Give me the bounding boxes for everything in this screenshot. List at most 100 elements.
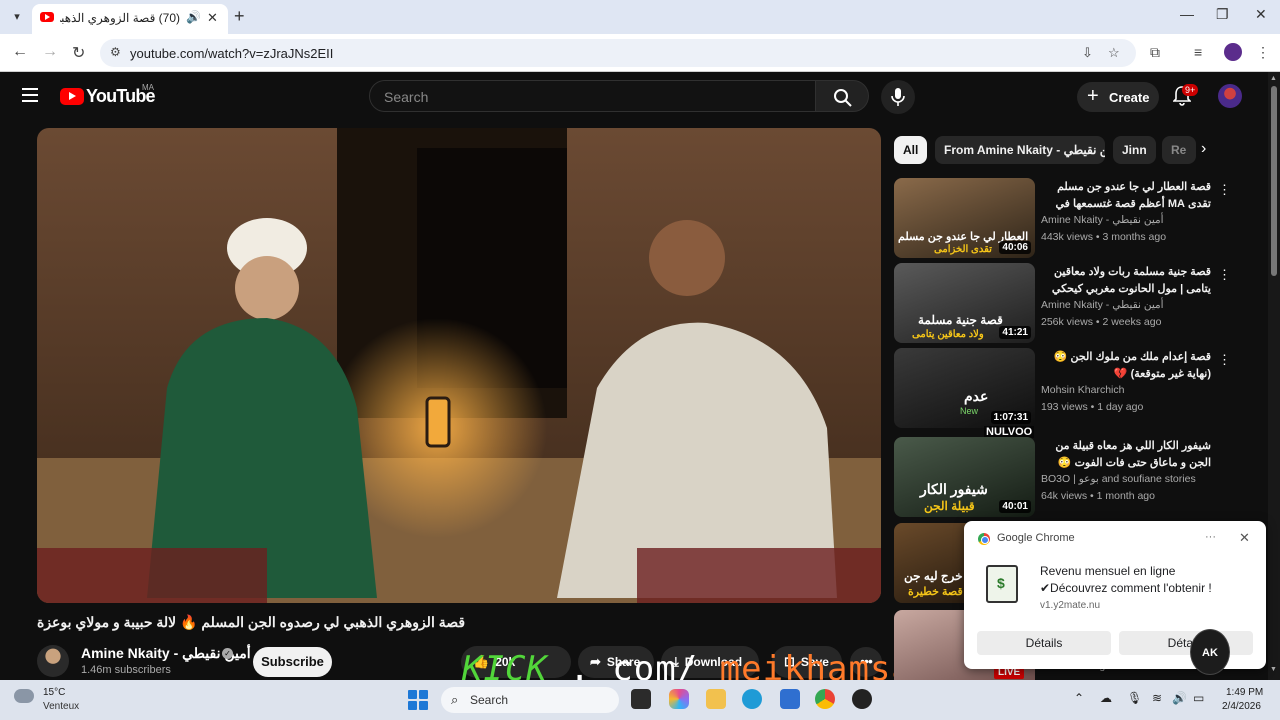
thumb-subcaption: تقدى الخزامى [934, 244, 992, 255]
recommendation-thumbnail[interactable]: العطار لي جا عندو جن مسلم تقدى الخزامى 4… [894, 178, 1035, 258]
recommendation-title: شيفور الكار اللي هز معاه قبيلة من الجن و… [1055, 440, 1211, 469]
notification-details-button-2[interactable]: Détails [1119, 631, 1253, 655]
video-player[interactable] [37, 128, 881, 603]
hamburger-menu-icon[interactable] [22, 88, 38, 102]
recommendation-meta: 64k views • 1 month ago [1041, 490, 1155, 502]
money-document-icon [986, 565, 1018, 603]
chip-related[interactable]: Re [1162, 136, 1196, 164]
notification-details-button[interactable]: Détails [977, 631, 1111, 655]
wifi-icon[interactable]: ≋ [1152, 691, 1162, 705]
recommendation-channel: Amine Nkaity - أمين نقيطي [1041, 299, 1164, 311]
microsoft-store-icon[interactable] [780, 689, 800, 709]
channel-avatar[interactable] [37, 645, 69, 677]
back-arrow-icon[interactable]: ← [12, 43, 28, 61]
thumb-caption: قصة جنية مسلمة [918, 313, 1003, 327]
notification-source: v1.y2mate.nu [1040, 600, 1101, 611]
cloud-weather-icon[interactable] [14, 689, 34, 703]
edge-browser-icon[interactable] [742, 689, 762, 709]
notification-close-icon[interactable]: ✕ [1239, 530, 1250, 546]
microphone-tray-icon[interactable]: 🎙 [1127, 691, 1142, 705]
search-icon [834, 89, 852, 107]
weather-temperature[interactable]: 15°C [43, 687, 65, 698]
notification-body: ✔Découvrez comment l'obtenir ! [1040, 581, 1212, 595]
recommendation-item[interactable]: قصة جنية مسلمة ولاد معاقين يتامى 41:21 ق… [894, 263, 1234, 345]
search-button[interactable] [815, 80, 869, 112]
create-button[interactable]: + Create [1077, 82, 1159, 112]
volume-icon[interactable]: 🔊 [1172, 691, 1187, 705]
recommendation-meta: 193 views • 1 day ago [1041, 401, 1144, 413]
chip-from-channel[interactable]: From Amine Nkaity - أمين نقيطي [935, 136, 1105, 164]
scroll-thumb[interactable] [1271, 86, 1277, 276]
chevron-up-icon[interactable]: ⌃ [1074, 691, 1084, 705]
forward-arrow-icon[interactable]: → [42, 43, 58, 61]
file-explorer-icon[interactable] [706, 689, 726, 709]
close-window-button[interactable]: ✕ [1255, 6, 1267, 23]
notification-more-icon[interactable]: ··· [1205, 531, 1216, 543]
kebab-menu-icon[interactable]: ⋮ [1218, 182, 1231, 198]
kebab-menu-icon[interactable]: ⋮ [1218, 267, 1231, 283]
bookmark-star-icon[interactable]: ☆ [1108, 45, 1120, 61]
tab-search-button[interactable]: ▾ [6, 7, 28, 27]
recommendation-channel: BO3O | بوعو and soufiane stories [1041, 473, 1196, 485]
weather-description[interactable]: Venteux [43, 701, 79, 712]
url-text[interactable]: youtube.com/watch?v=zJraJNs2EII [130, 46, 333, 61]
task-view-icon[interactable] [631, 689, 651, 709]
video-duration: 40:01 [999, 500, 1031, 513]
chip-all[interactable]: All [894, 136, 928, 164]
scroll-up-icon[interactable]: ▲ [1270, 75, 1278, 83]
windows-start-icon[interactable] [408, 690, 428, 710]
media-controls-icon[interactable]: ≡ [1194, 44, 1202, 60]
taskbar-time[interactable]: 1:49 PM [1226, 687, 1263, 698]
scroll-down-icon[interactable]: ▼ [1270, 666, 1278, 674]
kebab-menu-icon[interactable]: ⋮ [1218, 352, 1231, 368]
taskbar-search-box[interactable]: ⌕ Search [441, 687, 619, 713]
recommendation-item[interactable]: عدم New 1:07:31 قصة إعدام ملك من ملوك ال… [894, 348, 1234, 438]
copilot-icon[interactable] [669, 689, 689, 709]
chrome-logo-icon [978, 533, 990, 545]
search-icon: ⌕ [451, 692, 459, 707]
site-info-icon[interactable]: ⚙ [110, 45, 121, 59]
browser-tab-strip: ▾ (70) قصة الزوهري الذهبي لي 🔊 ✕ + — ❐ ✕ [0, 0, 1280, 34]
youtube-logo-icon[interactable] [60, 88, 84, 105]
battery-icon[interactable]: ▭ [1193, 691, 1204, 705]
subscribe-button[interactable]: Subscribe [253, 647, 332, 677]
browser-profile-avatar[interactable] [1224, 43, 1242, 61]
plus-icon: + [1087, 85, 1099, 107]
obs-icon[interactable] [852, 689, 872, 709]
create-label: Create [1109, 90, 1150, 105]
tab-close-icon[interactable]: ✕ [207, 10, 218, 26]
search-input[interactable]: Search [369, 80, 816, 112]
recommendation-channel: Mohsin Kharchich [1041, 384, 1125, 396]
speaker-icon[interactable]: 🔊 [186, 10, 201, 24]
microphone-icon [891, 88, 905, 106]
address-bar[interactable]: ⚙ youtube.com/watch?v=zJraJNs2EII ⇩ ☆ [100, 39, 1136, 67]
account-avatar[interactable] [1218, 84, 1242, 108]
voice-search-button[interactable] [881, 80, 915, 114]
tab-title: (70) قصة الزوهري الذهبي لي [60, 11, 180, 25]
recommendation-thumbnail[interactable]: قصة جنية مسلمة ولاد معاقين يتامى 41:21 [894, 263, 1035, 343]
recommendation-title: قصة جنية مسلمة ربات ولاد معاقين يتامى | … [1051, 266, 1211, 295]
chevron-right-icon[interactable]: › [1201, 140, 1206, 158]
youtube-favicon-icon [40, 12, 54, 22]
cloud-sync-icon[interactable]: ☁ [1100, 691, 1112, 705]
browser-tab-youtube[interactable]: (70) قصة الزوهري الذهبي لي 🔊 ✕ [32, 4, 228, 34]
recommendation-item[interactable]: شيفور الكار قبيلة الجن 40:01 شيفور الكار… [894, 437, 1234, 519]
recommendation-thumbnail[interactable]: شيفور الكار قبيلة الجن 40:01 [894, 437, 1035, 517]
page-scrollbar[interactable]: ▲ ▼ [1268, 72, 1280, 680]
new-tab-button[interactable]: + [234, 6, 245, 27]
maximize-button[interactable]: ❐ [1216, 6, 1229, 23]
chip-jinn[interactable]: Jinn [1113, 136, 1156, 164]
video-duration: 1:07:31 [990, 411, 1031, 424]
recommendation-thumbnail[interactable]: عدم New 1:07:31 [894, 348, 1035, 428]
recommendation-item[interactable]: العطار لي جا عندو جن مسلم تقدى الخزامى 4… [894, 178, 1234, 260]
recommendation-title: قصة العطار لي جا عندو جن مسلم تقدى MA أع… [1055, 181, 1211, 210]
install-app-icon[interactable]: ⇩ [1082, 45, 1093, 61]
windows-taskbar: 15°C Venteux ⌕ Search ⌃ ☁ 🎙 ≋ 🔊 ▭ 1:49 P… [0, 680, 1280, 720]
reload-icon[interactable]: ↻ [72, 43, 85, 63]
minimize-button[interactable]: — [1180, 6, 1194, 22]
chrome-taskbar-icon[interactable] [815, 689, 835, 709]
thumb-subcaption: ولاد معاقين يتامى [912, 329, 984, 340]
extensions-icon[interactable]: ⧉ [1150, 44, 1160, 61]
taskbar-date[interactable]: 2/4/2026 [1222, 701, 1261, 712]
browser-menu-icon[interactable]: ⋮ [1256, 44, 1270, 61]
